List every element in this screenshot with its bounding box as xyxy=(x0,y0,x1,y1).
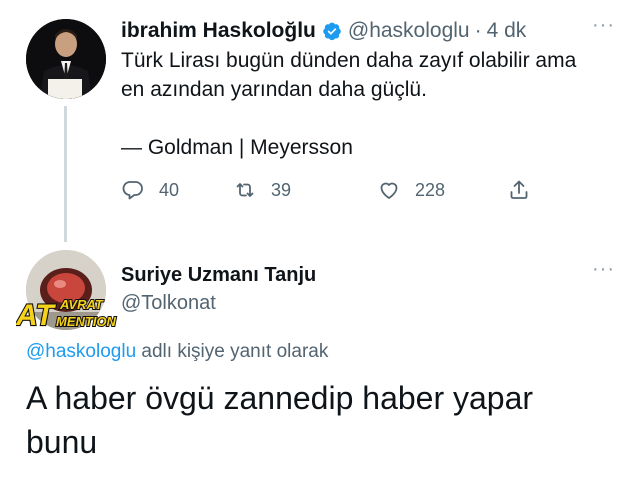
author-photo xyxy=(26,19,106,99)
share-icon xyxy=(510,180,528,199)
replying-to-mention[interactable]: @haskologlu xyxy=(26,341,136,362)
reply-more-options-icon[interactable]: ··· xyxy=(592,258,615,281)
thread-connector-line xyxy=(64,106,67,242)
replying-to-line: @haskologlu adlı kişiye yanıt olarak xyxy=(26,339,328,365)
tweet-timestamp[interactable]: 4 dk xyxy=(487,18,527,44)
separator-dot: · xyxy=(474,19,482,42)
like-count: 228 xyxy=(415,179,446,200)
svg-text:AVRAT: AVRAT xyxy=(59,297,104,312)
retweet-icon xyxy=(236,183,254,197)
author-handle[interactable]: @haskologlu xyxy=(348,18,470,44)
svg-text:AT: AT xyxy=(16,299,56,332)
comment-icon xyxy=(122,181,143,200)
retweet-button[interactable]: 39 xyxy=(233,178,291,202)
more-options-icon[interactable]: ··· xyxy=(592,14,615,37)
tweet-header: ibrahim Haskoloğlu @haskologlu · 4 dk xyxy=(121,18,526,44)
reply-button[interactable]: 40 xyxy=(121,178,179,202)
verified-badge-icon xyxy=(322,21,342,41)
reply-author-name[interactable]: Suriye Uzmanı Tanju xyxy=(121,262,316,288)
author-avatar[interactable] xyxy=(26,19,106,99)
reply-author-handle[interactable]: @Tolkonat xyxy=(121,290,216,316)
replying-to-suffix: adlı kişiye yanıt olarak xyxy=(136,341,329,362)
reply-text: A haber övgü zannedip haber yapar bunu xyxy=(26,380,534,460)
avrat-mention-logo: AT AVRAT MENTION xyxy=(14,292,118,333)
tweet-text: Türk Lirası bugün dünden daha zayıf olab… xyxy=(121,49,577,159)
reply-count: 40 xyxy=(159,179,180,200)
svg-text:MENTION: MENTION xyxy=(56,314,117,329)
share-button[interactable] xyxy=(507,178,531,202)
like-button[interactable]: 228 xyxy=(377,178,445,202)
author-name[interactable]: ibrahim Haskoloğlu xyxy=(121,18,316,44)
retweet-count: 39 xyxy=(271,179,292,200)
tweet-actions: 40 39 228 xyxy=(121,178,531,206)
original-tweet[interactable]: ibrahim Haskoloğlu @haskologlu · 4 dk ··… xyxy=(0,0,635,250)
heart-icon xyxy=(380,182,398,199)
